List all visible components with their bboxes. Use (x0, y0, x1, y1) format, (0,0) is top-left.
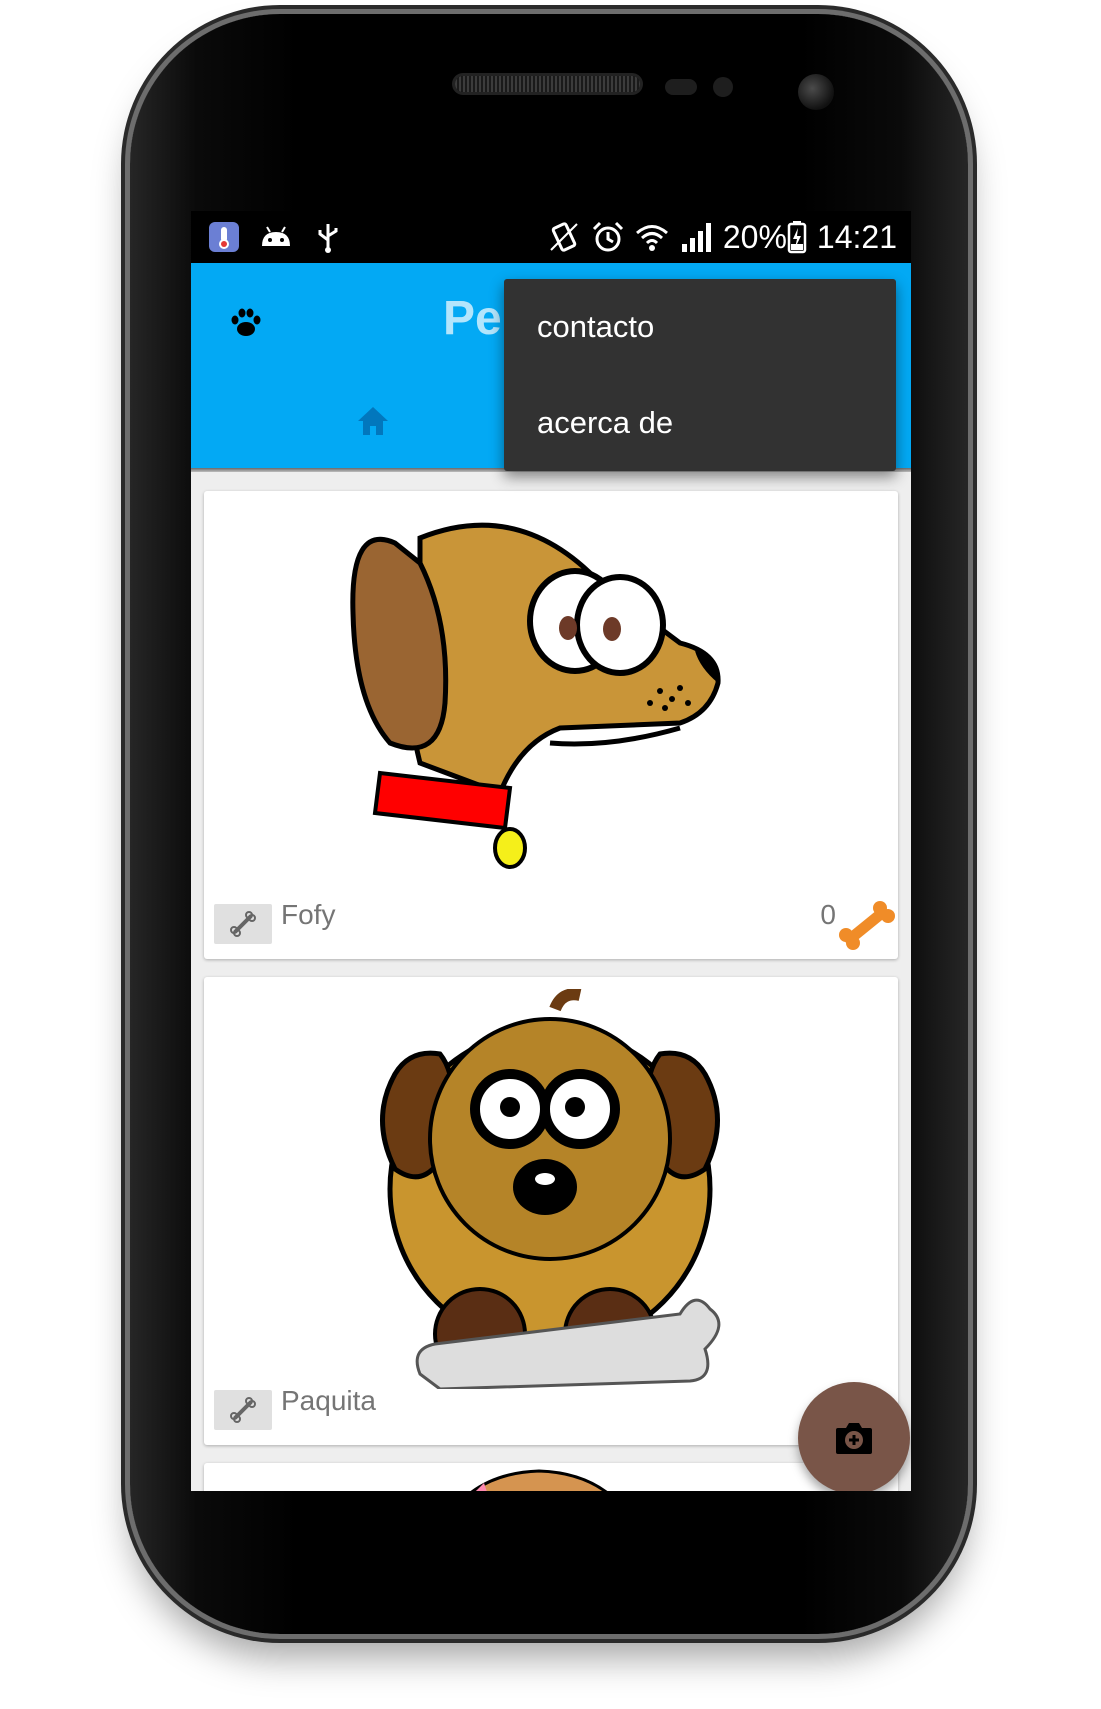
bone-outline-icon (230, 911, 256, 937)
proximity-sensor (665, 79, 697, 95)
cartoon-dog-side-icon (350, 522, 721, 869)
battery-percent: 20% (722, 218, 787, 255)
front-camera (798, 74, 834, 110)
bone-icon (839, 901, 895, 950)
pet-card[interactable]: Fofy 0 (204, 491, 898, 959)
wifi-icon (635, 225, 668, 251)
android-icon (262, 226, 290, 246)
earpiece-speaker (455, 76, 640, 92)
home-icon (358, 407, 388, 435)
rate-button[interactable] (214, 904, 272, 944)
menu-item-contacto[interactable]: contacto (537, 279, 654, 375)
thermometer-app-icon (209, 222, 239, 252)
pet-card[interactable] (204, 1463, 898, 1491)
page-title: Pe (443, 292, 502, 345)
vibrate-icon (550, 222, 578, 252)
signal-icon (681, 223, 711, 252)
rating-count: 0 (820, 899, 836, 930)
add-photo-camera-icon (836, 1423, 872, 1454)
pet-name: Fofy (281, 899, 336, 930)
menu-item-acerca-de[interactable]: acerca de (537, 375, 673, 471)
alarm-icon (592, 221, 623, 252)
rate-button[interactable] (214, 1390, 272, 1430)
pet-card[interactable]: Paquita (204, 977, 898, 1445)
tab-home[interactable] (355, 403, 391, 439)
pet-name: Paquita (281, 1385, 376, 1416)
take-photo-fab[interactable] (798, 1382, 910, 1491)
bone-outline-icon (230, 1397, 256, 1423)
cartoon-dog-partial-icon (470, 1469, 608, 1491)
overflow-menu: contacto acerca de (504, 279, 896, 471)
light-sensor (713, 77, 733, 97)
status-bar: 20% 14:21 (191, 211, 911, 263)
app-screen: 20% 14:21 Pe Fofy 0 Paquita contacto ace… (191, 211, 911, 1491)
cartoon-dog-front-icon (380, 989, 721, 1389)
paw-icon (231, 308, 261, 336)
battery-charging-icon (787, 221, 807, 254)
clock: 14:21 (816, 218, 897, 255)
usb-icon (318, 224, 338, 253)
